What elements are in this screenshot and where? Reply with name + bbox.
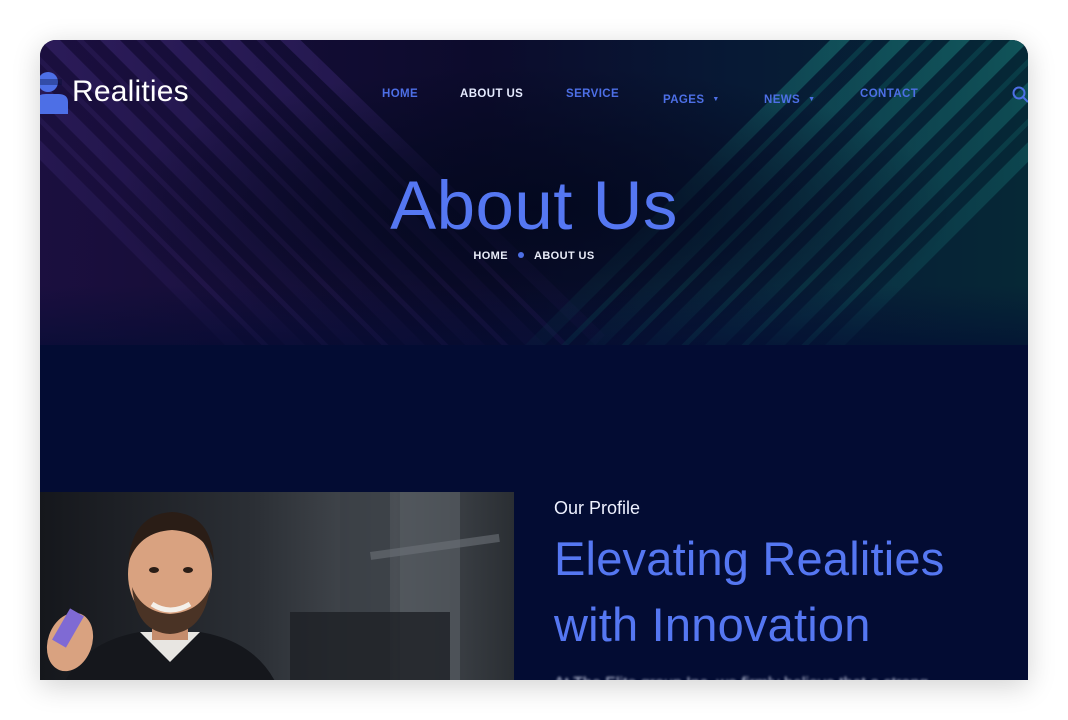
section-label: Our Profile: [554, 498, 641, 518]
breadcrumb-home[interactable]: HOME: [473, 250, 508, 262]
breadcrumb-separator: [517, 252, 524, 258]
section-heading: Elevating Realities with Innovation: [554, 526, 1024, 658]
section-paragraph: At The Elite group Inc, we firmly believ…: [554, 670, 1024, 680]
page-card: Realities HOME ABOUT US SERVICE PAGES ▼ N…: [40, 40, 1028, 680]
profile-photo: [40, 492, 514, 680]
nav-news[interactable]: NEWS ▼: [764, 88, 815, 107]
nav-service[interactable]: SERVICE: [566, 88, 619, 100]
nav-pages[interactable]: PAGES ▼: [663, 88, 720, 107]
breadcrumb-current: ABOUT US: [533, 250, 595, 262]
page-title: About Us: [390, 167, 678, 244]
breadcrumb: HOME ABOUT US: [40, 250, 1028, 262]
search-icon[interactable]: [1012, 86, 1028, 104]
main-navigation: HOME ABOUT US SERVICE PAGES ▼ NEWS ▼ CONTA…: [40, 88, 1028, 108]
nav-home[interactable]: HOME: [382, 88, 418, 100]
heading-line-1: Elevating Realities: [554, 532, 945, 585]
nav-about-us[interactable]: ABOUT US: [460, 88, 523, 100]
nav-news-label: NEWS: [764, 94, 801, 106]
hero-banner: Realities HOME ABOUT US SERVICE PAGES ▼ N…: [40, 40, 1028, 345]
nav-contact[interactable]: CONTACT: [860, 88, 918, 100]
person-illustration: [40, 492, 514, 680]
chevron-down-icon: ▼: [808, 96, 816, 103]
chevron-down-icon: ▼: [712, 96, 720, 103]
nav-pages-label: PAGES: [663, 94, 705, 106]
heading-line-2: with Innovation: [554, 598, 871, 651]
hero-bottom-fade: [40, 285, 1028, 345]
